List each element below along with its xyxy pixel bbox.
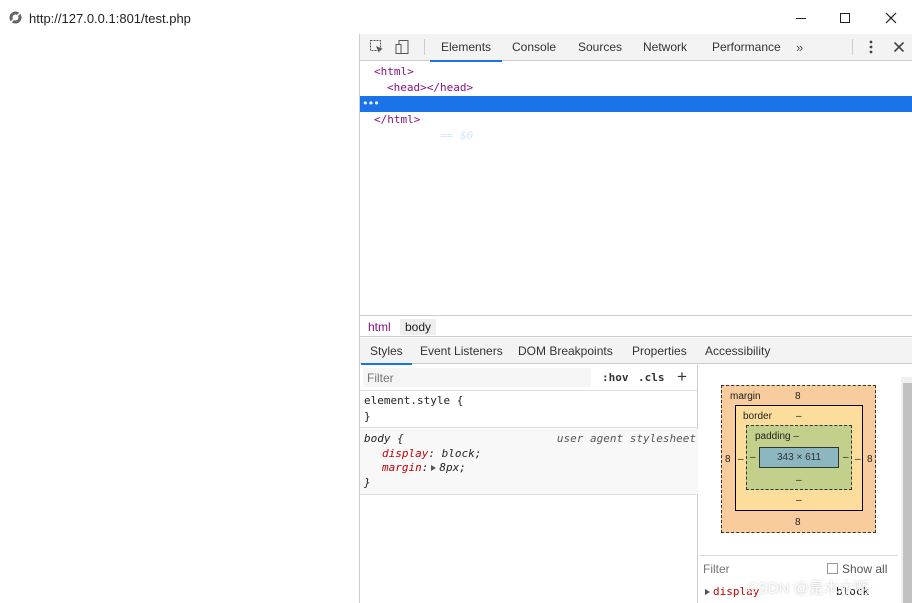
computed-scrollbar[interactable]	[901, 377, 912, 603]
dom-node-html-close: </html>	[374, 113, 421, 126]
dom-node-body-selected[interactable]: ••• <body></body> == $0	[360, 96, 912, 142]
minimize-icon[interactable]	[791, 8, 811, 28]
margin-right-value[interactable]: 8	[867, 454, 873, 465]
rule-close-brace: }	[364, 476, 371, 489]
rule-close-brace: }	[364, 410, 371, 423]
tab-sources[interactable]: Sources	[578, 34, 622, 61]
tab-styles[interactable]: Styles	[361, 338, 412, 365]
node-actions-ellipsis-icon[interactable]: •••	[362, 96, 380, 112]
padding-label: padding –	[755, 431, 799, 442]
padding-bottom-value[interactable]: –	[796, 475, 802, 486]
hov-toggle[interactable]: :hov	[602, 371, 629, 384]
breadcrumb: html body	[360, 315, 912, 337]
dom-tree: <html> <head></head> ••• <body></body> =…	[360, 62, 912, 312]
margin-top-value[interactable]: 8	[795, 391, 801, 402]
device-toolbar-icon[interactable]	[395, 39, 411, 55]
sidebar-tabs: Styles Event Listeners DOM Breakpoints P…	[360, 338, 912, 365]
devtools-panel: Elements Console Sources Network Perform…	[359, 34, 912, 603]
styles-pane: :hov .cls + element.style { } body { use…	[360, 365, 698, 603]
padding-left-value[interactable]: –	[750, 452, 756, 463]
new-style-rule-icon[interactable]: +	[677, 367, 687, 387]
dom-node-html[interactable]: <html>	[374, 64, 414, 80]
declaration-margin[interactable]: margin: 8px;	[382, 461, 466, 475]
kebab-menu-icon[interactable]	[863, 39, 879, 55]
border-top-value[interactable]: –	[796, 411, 802, 422]
close-icon[interactable]	[881, 8, 901, 28]
box-model-margin[interactable]: margin 8 8 8 8 border – – – – padding – …	[721, 385, 876, 533]
computed-filter-input[interactable]	[703, 561, 803, 577]
tab-event-listeners[interactable]: Event Listeners	[420, 338, 503, 364]
tab-performance[interactable]: Performance	[712, 34, 781, 61]
tab-properties[interactable]: Properties	[632, 338, 687, 364]
dom-node-head[interactable]: <head></head>	[387, 80, 473, 96]
inspect-element-icon[interactable]	[369, 39, 385, 55]
breadcrumb-body[interactable]: body	[400, 319, 437, 335]
tab-elements[interactable]: Elements	[429, 34, 503, 62]
tab-accessibility[interactable]: Accessibility	[705, 338, 770, 364]
toolbar-divider	[852, 39, 853, 55]
address-url[interactable]: http://127.0.0.1:801/test.php	[29, 11, 191, 26]
browser-title-bar: http://127.0.0.1:801/test.php	[0, 0, 912, 34]
tab-network[interactable]: Network	[643, 34, 687, 61]
more-tabs-icon[interactable]: »	[796, 40, 803, 55]
page-viewport	[0, 34, 359, 603]
site-info-icon[interactable]	[9, 11, 22, 24]
declaration-display[interactable]: display: block;	[382, 447, 481, 461]
box-model-padding[interactable]: padding – – – – 343 × 611	[746, 425, 852, 490]
tab-console[interactable]: Console	[512, 34, 556, 61]
watermark: CSDN @是木木啊.	[747, 580, 874, 597]
dom-selected-ref: == $0	[439, 129, 474, 142]
expand-property-icon[interactable]	[705, 589, 710, 595]
margin-label: margin	[730, 391, 761, 402]
border-label: border	[743, 411, 772, 422]
body-style-rule: body { user agent stylesheet display: bl…	[360, 429, 698, 495]
close-devtools-icon[interactable]	[891, 39, 907, 55]
checkbox-icon[interactable]	[827, 563, 838, 574]
element-style-selector[interactable]: element.style {	[364, 394, 463, 408]
element-style-rule: element.style { }	[360, 392, 698, 428]
border-left-value[interactable]: –	[738, 454, 744, 465]
box-model-content[interactable]: 343 × 611	[759, 447, 839, 468]
maximize-icon[interactable]	[835, 8, 855, 28]
breadcrumb-html[interactable]: html	[363, 319, 396, 335]
expand-shorthand-icon[interactable]	[431, 465, 437, 471]
cls-toggle[interactable]: .cls	[638, 371, 665, 384]
margin-bottom-value[interactable]: 8	[795, 517, 801, 528]
border-right-value[interactable]: –	[855, 454, 861, 465]
padding-right-value[interactable]: –	[843, 452, 849, 463]
tab-dom-breakpoints[interactable]: DOM Breakpoints	[518, 338, 613, 364]
body-rule-selector[interactable]: body {	[364, 432, 404, 446]
show-all-checkbox[interactable]: Show all	[827, 562, 887, 576]
rule-origin: user agent stylesheet	[556, 432, 696, 445]
styles-filter-bar: :hov .cls +	[360, 365, 698, 391]
border-bottom-value[interactable]: –	[796, 495, 802, 506]
toolbar-divider	[424, 39, 425, 55]
scroll-thumb[interactable]	[903, 383, 912, 603]
computed-pane: margin 8 8 8 8 border – – – – padding – …	[699, 365, 912, 603]
box-model-border[interactable]: border – – – – padding – – – – 343 × 611	[735, 405, 863, 511]
styles-filter-input[interactable]	[363, 368, 591, 387]
devtools-toolbar: Elements Console Sources Network Perform…	[360, 34, 912, 62]
margin-left-value[interactable]: 8	[725, 454, 731, 465]
